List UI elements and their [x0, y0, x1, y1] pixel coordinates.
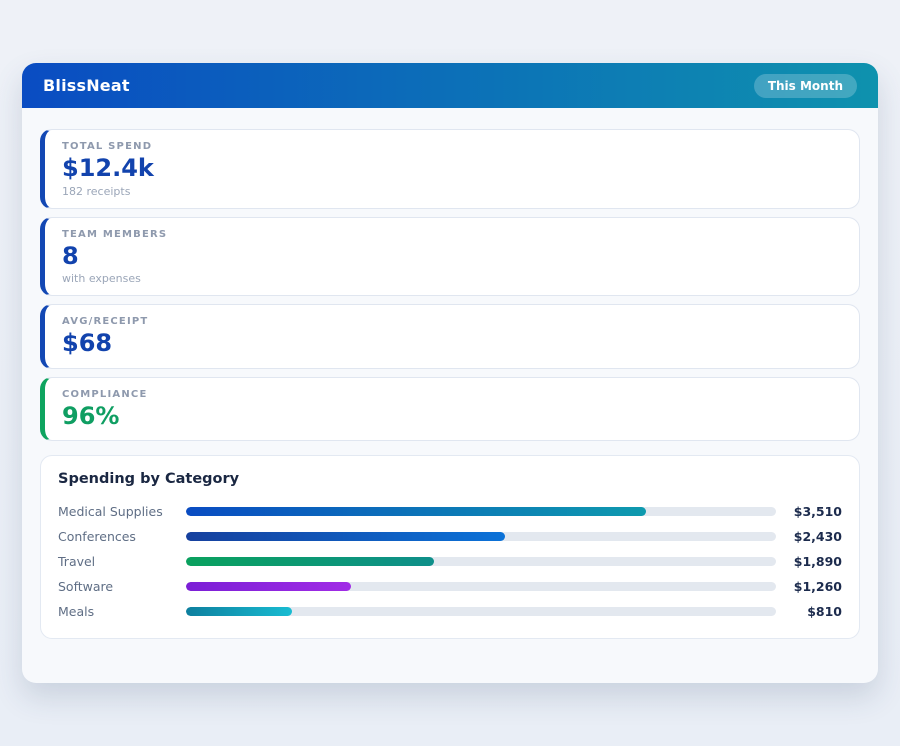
dashboard-body: TOTAL SPEND $12.4k 182 receipts TEAM MEM…	[22, 108, 878, 639]
bar-track	[186, 557, 776, 566]
category-row-travel: Travel $1,890	[58, 549, 842, 574]
category-value: $2,430	[784, 529, 842, 544]
stat-card-team-members: TEAM MEMBERS 8 with expenses	[40, 217, 860, 297]
category-value: $1,890	[784, 554, 842, 569]
bar-track	[186, 607, 776, 616]
stat-value: $68	[62, 330, 842, 358]
bar-fill	[186, 507, 646, 516]
category-row-software: Software $1,260	[58, 574, 842, 599]
category-label: Conferences	[58, 529, 178, 544]
stat-label: TEAM MEMBERS	[62, 229, 842, 240]
bar-track	[186, 507, 776, 516]
spending-by-category-panel: Spending by Category Medical Supplies $3…	[40, 455, 860, 639]
stat-label: TOTAL SPEND	[62, 141, 842, 152]
stat-value: 96%	[62, 403, 842, 431]
category-row-meals: Meals $810	[58, 599, 842, 624]
stat-subtext: with expenses	[62, 272, 842, 285]
category-row-medical-supplies: Medical Supplies $3,510	[58, 499, 842, 524]
category-label: Travel	[58, 554, 178, 569]
category-value: $1,260	[784, 579, 842, 594]
category-label: Medical Supplies	[58, 504, 178, 519]
bar-track	[186, 582, 776, 591]
stat-value: 8	[62, 243, 842, 271]
bar-fill	[186, 557, 434, 566]
stat-label: AVG/RECEIPT	[62, 316, 842, 327]
category-label: Software	[58, 579, 178, 594]
period-badge[interactable]: This Month	[754, 74, 857, 98]
app-title: BlissNeat	[43, 76, 130, 95]
stat-card-avg-receipt: AVG/RECEIPT $68	[40, 304, 860, 369]
stat-card-compliance: COMPLIANCE 96%	[40, 377, 860, 442]
category-row-conferences: Conferences $2,430	[58, 524, 842, 549]
category-value: $3,510	[784, 504, 842, 519]
bar-fill	[186, 607, 292, 616]
bar-track	[186, 532, 776, 541]
bar-fill	[186, 532, 505, 541]
category-value: $810	[784, 604, 842, 619]
stat-label: COMPLIANCE	[62, 389, 842, 400]
dashboard-card: BlissNeat This Month TOTAL SPEND $12.4k …	[22, 63, 878, 683]
stat-subtext: 182 receipts	[62, 185, 842, 198]
panel-title: Spending by Category	[58, 471, 842, 487]
category-label: Meals	[58, 604, 178, 619]
bar-fill	[186, 582, 351, 591]
stat-value: $12.4k	[62, 155, 842, 183]
stat-card-total-spend: TOTAL SPEND $12.4k 182 receipts	[40, 129, 860, 209]
app-header: BlissNeat This Month	[22, 63, 878, 108]
